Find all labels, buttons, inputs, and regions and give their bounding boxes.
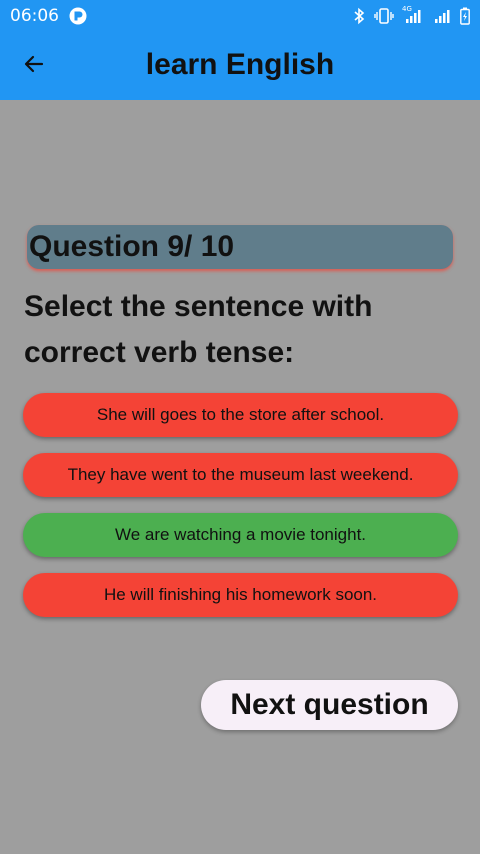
- question-prompt: Select the sentence with correct verb te…: [24, 290, 373, 369]
- arrow-back-icon: [22, 52, 46, 81]
- question-progress-card: Question 9/ 10: [27, 225, 453, 269]
- answer-option-1[interactable]: She will goes to the store after school.: [23, 393, 458, 437]
- back-button[interactable]: [14, 46, 54, 86]
- answer-option-2[interactable]: They have went to the museum last weeken…: [23, 453, 458, 497]
- answer-option-3[interactable]: We are watching a movie tonight.: [23, 513, 458, 557]
- status-time: 06:06: [10, 6, 59, 26]
- bluetooth-icon: [352, 7, 366, 25]
- signal-icon: [434, 7, 452, 25]
- next-question-button[interactable]: Next question: [201, 680, 458, 730]
- vibrate-icon: [374, 7, 394, 25]
- screen: 06:06 4G learn English Question 9/ 10 Se…: [0, 0, 480, 854]
- answer-option-4[interactable]: He will finishing his homework soon.: [23, 573, 458, 617]
- question-progress-label: Question 9/ 10: [29, 230, 235, 263]
- signal-4g-icon: 4G: [402, 5, 426, 25]
- status-bar: 06:06 4G: [0, 0, 480, 32]
- status-icons: 4G: [352, 5, 470, 26]
- app-bar: learn English: [0, 32, 480, 100]
- battery-charging-icon: [460, 7, 470, 25]
- app-title: learn English: [145, 48, 335, 81]
- app-notification-icon: [69, 7, 87, 25]
